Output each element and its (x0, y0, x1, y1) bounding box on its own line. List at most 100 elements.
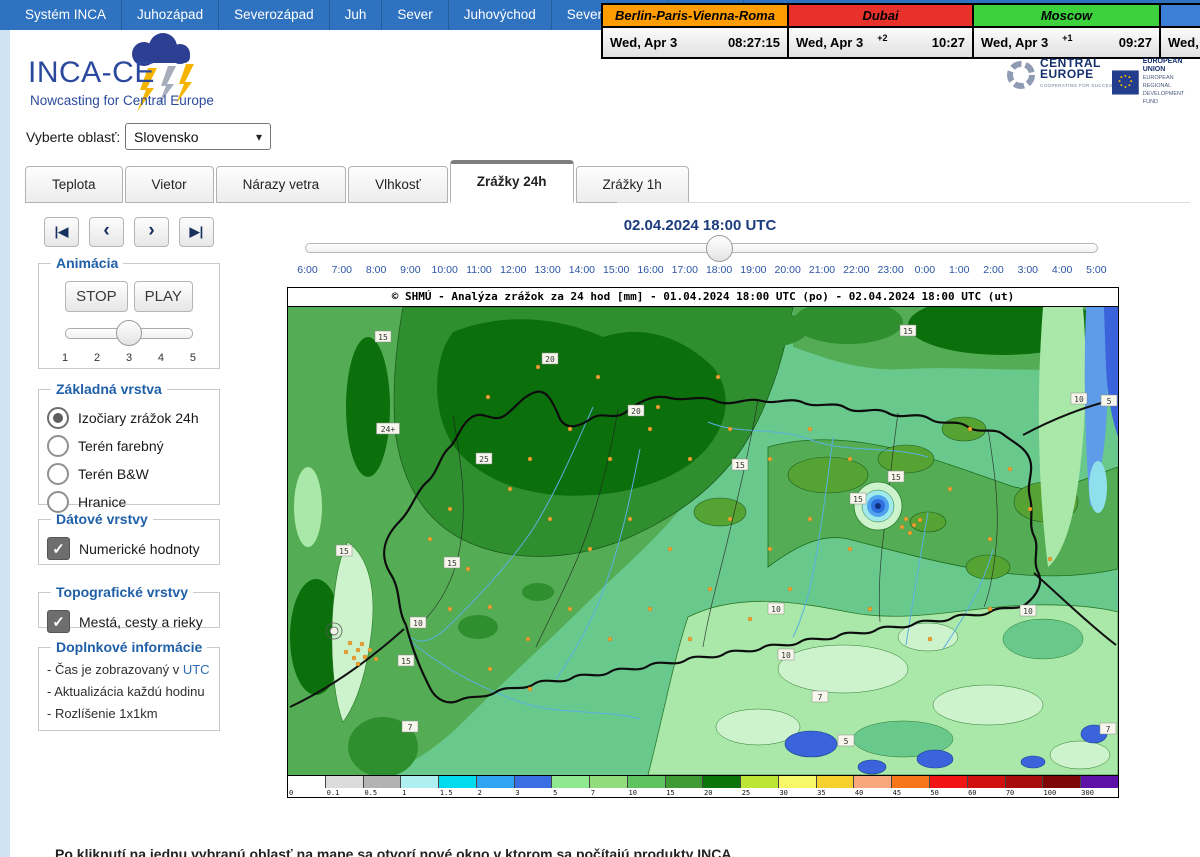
contour-label: 15 (891, 473, 901, 482)
checkbox[interactable]: ✓ (47, 610, 70, 633)
city-dot (848, 457, 852, 461)
tab-teplota[interactable]: Teplota (25, 166, 123, 203)
radio-button[interactable] (47, 463, 69, 485)
data-layers-panel: Dátové vrstvy ✓Numerické hodnoty (38, 511, 220, 565)
base-layer-option-hranice[interactable]: Hranice (47, 491, 211, 513)
timeline-tick-7-00: 7:00 (332, 264, 352, 276)
city-dot (1048, 557, 1052, 561)
contour-label: 5 (1107, 397, 1112, 406)
region-select[interactable]: Slovensko ▾ (125, 123, 271, 150)
scale-label: 20 (704, 789, 712, 797)
city-dot (568, 427, 572, 431)
animation-speed-slider[interactable] (65, 328, 193, 339)
nav-item-juhoz-pad[interactable]: Juhozápad (122, 0, 219, 30)
city-dot (528, 457, 532, 461)
base-layer-option-ter-n-farebn[interactable]: Terén farebný (47, 435, 211, 457)
data-layer-option-numerick-hodnoty[interactable]: ✓Numerické hodnoty (47, 537, 211, 560)
city-dot (912, 523, 916, 527)
last-frame-button[interactable]: ▶| (179, 217, 214, 247)
base-layer-option-ter-n-b-w[interactable]: Terén B&W (47, 463, 211, 485)
city-dot (668, 547, 672, 551)
timeline-tick-8-00: 8:00 (366, 264, 386, 276)
eu-logo: EUROPEAN UNION EUROPEAN REGIONAL DEVELOP… (1112, 58, 1200, 106)
tab-vlhkos[interactable]: Vlhkosť (348, 166, 448, 203)
nav-item-juh[interactable]: Juh (330, 0, 383, 30)
tab-zr-ky-24h[interactable]: Zrážky 24h (450, 160, 574, 203)
city-dot (508, 487, 512, 491)
scale-segment (817, 776, 855, 788)
utc-link[interactable]: UTC (183, 662, 210, 677)
ce-logo-line2: EUROPE (1040, 69, 1116, 80)
timeline-tick-10-00: 10:00 (432, 264, 458, 276)
city-dot (728, 427, 732, 431)
scale-label: 2 (478, 789, 482, 797)
contour-label: 15 (339, 547, 349, 556)
clock-time-row: Wed, Apr 3+210:27 (789, 28, 972, 57)
prev-frame-button[interactable]: ‹ (89, 217, 124, 247)
nav-item-juhov-chod[interactable]: Juhovýchod (449, 0, 552, 30)
radio-button[interactable] (47, 491, 69, 513)
timeline-tick-0-00: 0:00 (915, 264, 935, 276)
contour-label: 15 (735, 461, 745, 470)
timeline-tick-22-00: 22:00 (843, 264, 869, 276)
city-dot (848, 547, 852, 551)
clock-city-label: Berlin-Paris-Vienna-Roma (603, 5, 787, 28)
scale-segment (703, 776, 741, 788)
timeline-current-time: 02.04.2024 18:00 UTC (300, 217, 1100, 234)
scale-segment (477, 776, 515, 788)
nav-item-sever[interactable]: Sever (382, 0, 448, 30)
city-dot (908, 531, 912, 535)
contour-label: 20 (545, 355, 555, 364)
scale-label: 0.1 (327, 789, 340, 797)
scale-label: 35 (817, 789, 825, 797)
speed-label-3: 3 (126, 352, 132, 364)
speed-label-4: 4 (158, 352, 164, 364)
precip-maximum-marker (854, 482, 902, 530)
tab-vietor[interactable]: Vietor (125, 166, 214, 203)
contour-label: 15 (447, 559, 457, 568)
scale-segment (892, 776, 930, 788)
city-dot (360, 642, 364, 646)
scale-segment (1006, 776, 1044, 788)
scale-label: 40 (855, 789, 863, 797)
radio-button[interactable] (47, 407, 69, 429)
topo-layer-option-mest-cesty-a-rieky[interactable]: ✓Mestá, cesty a rieky (47, 610, 211, 633)
logo-title: INCA-CE (28, 56, 155, 90)
scale-label: 60 (968, 789, 976, 797)
city-dot (918, 518, 922, 522)
eu-logo-line2: EUROPEAN REGIONAL (1143, 74, 1200, 90)
timeline-slider[interactable] (305, 243, 1098, 253)
play-button[interactable]: PLAY (134, 281, 193, 312)
precipitation-map[interactable]: © SHMÚ - Analýza zrážok za 24 hod [mm] -… (287, 287, 1119, 798)
city-dot (536, 365, 540, 369)
contour-label: 24+ (381, 425, 396, 434)
precipitation-color-scale: 00.10.511.523571015202530354045506070100… (288, 775, 1118, 797)
scale-label: 3 (515, 789, 519, 797)
tab-n-razy-vetra[interactable]: Nárazy vetra (216, 166, 347, 203)
clock-date: Wed, Apr 3 (981, 35, 1048, 50)
nav-item-syst-m-inca[interactable]: Systém INCA (10, 0, 122, 30)
city-dot (948, 487, 952, 491)
city-dot (1008, 467, 1012, 471)
city-dot (486, 395, 490, 399)
clock-value: 10:27 (932, 35, 965, 50)
scale-label: 7 (591, 789, 595, 797)
scale-segment (1043, 776, 1081, 788)
checkbox[interactable]: ✓ (47, 537, 70, 560)
scale-label: 50 (930, 789, 938, 797)
first-frame-button[interactable]: |◀ (44, 217, 79, 247)
radio-button[interactable] (47, 435, 69, 457)
contour-label: 10 (413, 619, 423, 628)
timeline-slider-handle[interactable] (706, 235, 733, 262)
eu-flag-icon (1112, 69, 1139, 96)
next-frame-button[interactable]: › (134, 217, 169, 247)
base-layer-option-izo-iary-zr-ok-24h[interactable]: Izočiary zrážok 24h (47, 407, 211, 429)
contour-label: 10 (781, 651, 791, 660)
animation-speed-handle[interactable] (116, 320, 142, 346)
animation-legend: Animácia (51, 255, 123, 271)
tab-zr-ky-1h[interactable]: Zrážky 1h (576, 166, 689, 203)
stop-button[interactable]: STOP (65, 281, 128, 312)
city-dot (374, 657, 378, 661)
nav-item-severoz-pad[interactable]: Severozápad (219, 0, 330, 30)
scale-segment (515, 776, 553, 788)
